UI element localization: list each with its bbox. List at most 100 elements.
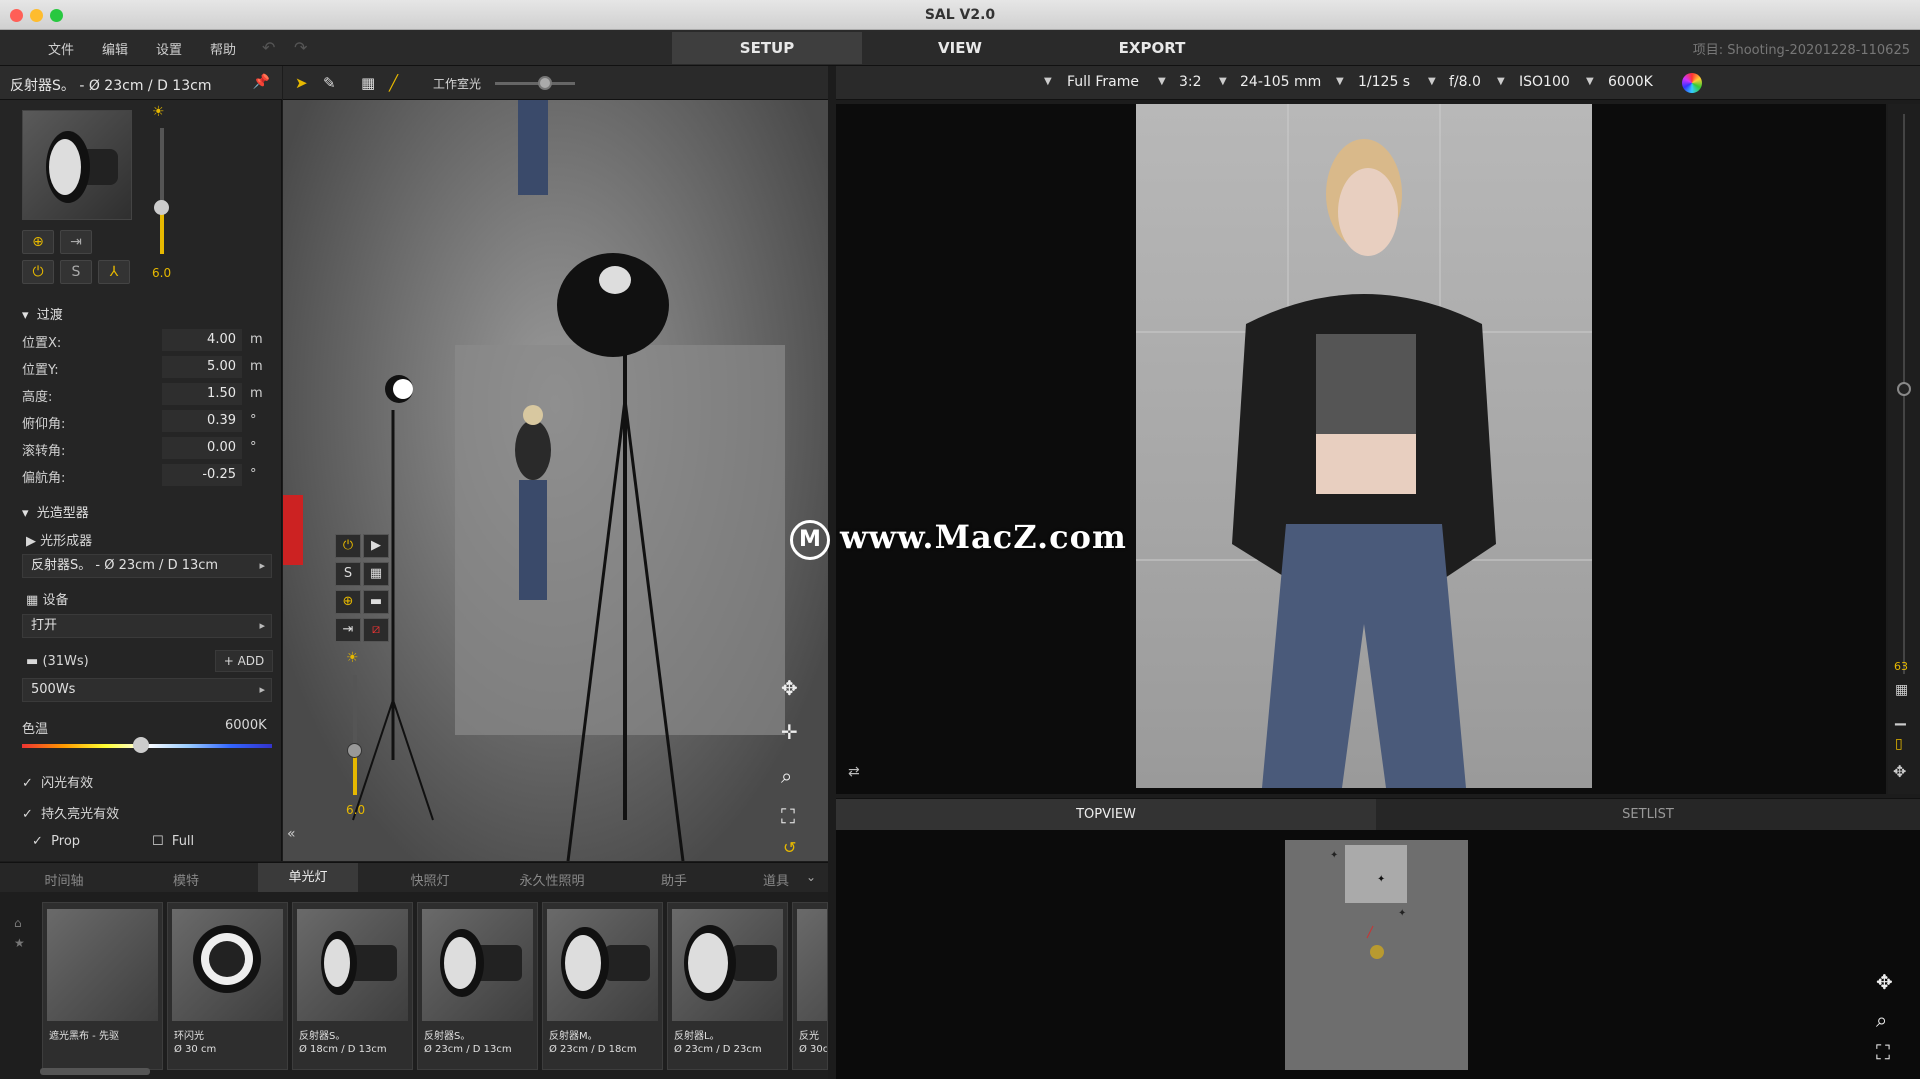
vp-target-icon[interactable]: ⊕ bbox=[335, 590, 361, 614]
pan-icon[interactable]: ✛ bbox=[781, 720, 798, 744]
fit-view-icon[interactable]: ⛶ bbox=[781, 804, 795, 828]
flash-enabled-checkbox[interactable]: ✓ 闪光有效 bbox=[22, 772, 93, 791]
full-checkbox[interactable]: ☐ Full bbox=[152, 834, 194, 849]
tab-timeline[interactable]: 时间轴 bbox=[14, 870, 114, 889]
camera-height-knob[interactable] bbox=[1897, 382, 1911, 396]
iso-select[interactable]: ISO100 bbox=[1519, 74, 1570, 90]
pin-icon[interactable]: 📌 bbox=[253, 74, 270, 90]
add-button[interactable]: + ADD bbox=[215, 650, 273, 672]
vp-move-to-icon[interactable]: ⇥ bbox=[335, 618, 361, 642]
prop-value-input[interactable]: 0.39 bbox=[162, 410, 242, 432]
power-dropdown[interactable]: 500Ws bbox=[22, 678, 272, 702]
tv-zoom-icon[interactable]: ⌕ bbox=[1876, 1008, 1887, 1032]
library-item[interactable]: ⌂★ 反射器S。 Ø 18cm / D 13cm bbox=[292, 902, 413, 1070]
vp-power-icon[interactable]: ⏻ bbox=[335, 534, 361, 558]
zoom-icon[interactable]: ⌕ bbox=[781, 764, 792, 788]
home-filter-icon[interactable]: ⌂ bbox=[14, 916, 22, 930]
tab-topview[interactable]: TOPVIEW bbox=[836, 799, 1376, 831]
dropdown-arrow-icon[interactable]: ▼ bbox=[1428, 76, 1436, 87]
shutter-select[interactable]: 1/125 s bbox=[1358, 74, 1410, 90]
prop-value-input[interactable]: 1.50 bbox=[162, 383, 242, 405]
grid-tool-icon[interactable]: ▦ bbox=[361, 74, 375, 92]
menu-help[interactable]: 帮助 bbox=[210, 39, 236, 58]
measure-tool-icon[interactable]: ✎ bbox=[323, 74, 336, 92]
tab-export[interactable]: EXPORT bbox=[1057, 32, 1247, 64]
redo-icon[interactable]: ↷ bbox=[294, 38, 307, 57]
orbit-icon[interactable]: ✥ bbox=[781, 676, 798, 700]
library-item[interactable]: ⌂★ 遮光黑布 - 先驱 bbox=[42, 902, 163, 1070]
lens-select[interactable]: 24-105 mm bbox=[1240, 74, 1321, 90]
intensity-slider[interactable] bbox=[154, 128, 169, 254]
dropdown-arrow-icon[interactable]: ▼ bbox=[1497, 76, 1505, 87]
ratio-select[interactable]: 3:2 bbox=[1179, 74, 1202, 90]
tab-view[interactable]: VIEW bbox=[865, 32, 1055, 64]
prop-value-input[interactable]: 5.00 bbox=[162, 356, 242, 378]
menu-file[interactable]: 文件 bbox=[48, 39, 74, 58]
orientation-icon[interactable]: ▯ bbox=[1895, 736, 1903, 752]
tab-continuous-lighting[interactable]: 永久性照明 bbox=[502, 870, 602, 889]
vp-gel-icon[interactable]: ⧄ bbox=[363, 618, 389, 642]
solo-icon[interactable]: S bbox=[60, 260, 92, 284]
intensity-knob[interactable] bbox=[154, 200, 169, 215]
vp-grid-icon[interactable]: ▦ bbox=[363, 562, 389, 586]
line-tool-icon[interactable]: ╱ bbox=[389, 74, 398, 92]
topview-panel[interactable]: ✦ ✦ ✦ ✥ ⌕ ⛶ bbox=[836, 830, 1920, 1079]
wb-select[interactable]: 6000K bbox=[1608, 74, 1653, 90]
tab-models[interactable]: 模特 bbox=[136, 870, 236, 889]
tv-fit-icon[interactable]: ⛶ bbox=[1876, 1040, 1890, 1064]
grid-overlay-icon[interactable]: ▦ bbox=[1895, 682, 1908, 698]
dropdown-arrow-icon[interactable]: ▼ bbox=[1586, 76, 1594, 87]
aperture-select[interactable]: f/8.0 bbox=[1449, 74, 1481, 90]
dropdown-arrow-icon[interactable]: ▼ bbox=[1158, 76, 1166, 87]
tab-setup[interactable]: SETUP bbox=[672, 32, 862, 64]
tripod-icon[interactable]: ⅄ bbox=[98, 260, 130, 284]
tv-pan-icon[interactable]: ✥ bbox=[1876, 970, 1893, 994]
studio-3d-viewport[interactable]: ⏻ ▶ S ▦ ⊕ ▬ ⇥ ⧄ ☀ 6.0 ✥ ✛ ⌕ ⛶ ↺ « bbox=[283, 100, 828, 861]
collapse-panel-icon[interactable]: « bbox=[287, 826, 296, 842]
select-tool-icon[interactable]: ➤ bbox=[295, 74, 308, 92]
tab-assistants[interactable]: 助手 bbox=[624, 870, 724, 889]
continuous-enabled-checkbox[interactable]: ✓ 持久亮光有效 bbox=[22, 803, 119, 822]
menu-edit[interactable]: 编辑 bbox=[102, 39, 128, 58]
device-dropdown[interactable]: 打开 bbox=[22, 614, 272, 638]
menu-settings[interactable]: 设置 bbox=[156, 39, 182, 58]
tab-single-lights[interactable]: 单光灯 bbox=[258, 863, 358, 893]
camera-preview[interactable]: ⇄ bbox=[836, 104, 1886, 794]
sensor-select[interactable]: Full Frame bbox=[1067, 74, 1139, 90]
modifier-dropdown[interactable]: 反射器S。 - Ø 23cm / D 13cm bbox=[22, 554, 272, 578]
workroom-knob[interactable] bbox=[538, 76, 552, 90]
section-transition[interactable]: ▾ 过渡 bbox=[22, 304, 63, 323]
target-icon[interactable]: ⊕ bbox=[22, 230, 54, 254]
library-item[interactable]: ⌂★ 反射器M。 Ø 23cm / D 18cm bbox=[542, 902, 663, 1070]
dropdown-arrow-icon[interactable]: ▼ bbox=[1336, 76, 1344, 87]
library-item[interactable]: ⌂★ 反射器S。 Ø 23cm / D 13cm bbox=[417, 902, 538, 1070]
tab-speedlights[interactable]: 快照灯 bbox=[380, 870, 480, 889]
dropdown-arrow-icon[interactable]: ▼ bbox=[1044, 76, 1052, 87]
prop-value-input[interactable]: 4.00 bbox=[162, 329, 242, 351]
power-icon[interactable]: ⏻ bbox=[22, 260, 54, 284]
color-temp-knob[interactable] bbox=[133, 737, 149, 753]
vp-intensity-slider[interactable] bbox=[347, 675, 362, 795]
library-scrollbar[interactable] bbox=[40, 1068, 150, 1075]
section-modifier[interactable]: ▾ 光造型器 bbox=[22, 502, 89, 521]
library-item[interactable]: ⌂ 反光 Ø 30c bbox=[792, 902, 828, 1070]
library-item[interactable]: ⌂★ 反射器L。 Ø 23cm / D 23cm bbox=[667, 902, 788, 1070]
vp-solo-icon[interactable]: S bbox=[335, 562, 361, 586]
dropdown-arrow-icon[interactable]: ▼ bbox=[1219, 76, 1227, 87]
camera-orbit-icon[interactable]: ✥ bbox=[1893, 762, 1906, 781]
histogram-icon[interactable]: ▁ bbox=[1895, 710, 1906, 726]
library-item[interactable]: ⌂★ 环闪光 Ø 30 cm bbox=[167, 902, 288, 1070]
vp-intensity-knob[interactable] bbox=[347, 743, 362, 758]
vp-flash-icon[interactable]: ▬ bbox=[363, 590, 389, 614]
prop-value-input[interactable]: -0.25 bbox=[162, 464, 242, 486]
tab-props[interactable]: 道具 bbox=[746, 870, 806, 889]
color-wheel-icon[interactable] bbox=[1682, 73, 1702, 93]
prop-value-input[interactable]: 0.00 bbox=[162, 437, 242, 459]
undo-icon[interactable]: ↶ bbox=[262, 38, 275, 57]
tabs-overflow-icon[interactable]: ⌄ bbox=[806, 870, 816, 884]
prop-checkbox[interactable]: ✓ Prop bbox=[32, 834, 80, 849]
reset-view-icon[interactable]: ↺ bbox=[783, 838, 796, 857]
swap-icon[interactable]: ⇄ bbox=[848, 764, 860, 780]
vp-flag-icon[interactable]: ▶ bbox=[363, 534, 389, 558]
move-to-icon[interactable]: ⇥ bbox=[60, 230, 92, 254]
